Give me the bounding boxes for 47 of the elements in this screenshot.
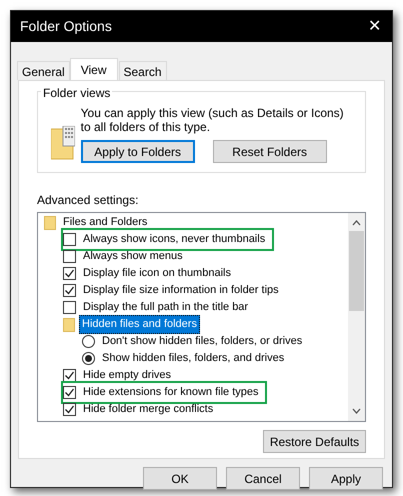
option-label[interactable]: Display the full path in the title bar: [80, 298, 252, 317]
folder-icon: [44, 216, 56, 230]
option-label[interactable]: Always show menus: [80, 247, 186, 266]
checkbox[interactable]: [63, 403, 76, 416]
check-icon: [64, 387, 75, 398]
folder-icon: [63, 318, 75, 332]
reset-folders-button[interactable]: Reset Folders: [212, 140, 327, 163]
restore-defaults-button[interactable]: Restore Defaults: [263, 430, 366, 453]
tree-group-item[interactable]: Hidden files and folders: [79, 315, 200, 334]
cancel-button[interactable]: Cancel: [226, 467, 300, 490]
scroll-up-icon[interactable]: [352, 220, 361, 226]
checkbox[interactable]: [63, 369, 76, 382]
check-icon: [64, 268, 75, 279]
checkbox[interactable]: [63, 301, 76, 314]
checkbox[interactable]: [63, 386, 76, 399]
checkbox[interactable]: [63, 233, 76, 246]
tab[interactable]: General: [17, 61, 70, 80]
ok-button[interactable]: OK: [143, 467, 217, 490]
radio-button[interactable]: [82, 335, 95, 348]
tree-group-item[interactable]: Files and Folders: [60, 213, 150, 232]
scroll-down-icon[interactable]: [352, 408, 361, 414]
option-label[interactable]: Show hidden files, folders, and drives: [99, 349, 288, 368]
check-icon: [64, 370, 75, 381]
description-text: You can apply this view (such as Details or Icons) to all folders of this type.: [80, 106, 345, 134]
window-title: Folder Options: [20, 17, 112, 36]
checkbox[interactable]: [63, 250, 76, 263]
tab[interactable]: Search: [118, 61, 167, 80]
option-label[interactable]: Display file icon on thumbnails: [80, 264, 234, 283]
radio-button[interactable]: [82, 352, 95, 365]
tab[interactable]: View: [70, 58, 118, 80]
option-label[interactable]: Don't show hidden files, folders, or drives: [99, 332, 306, 351]
option-label[interactable]: Hide empty drives: [80, 366, 174, 385]
check-icon: [64, 404, 75, 415]
option-label[interactable]: Hide folder merge conflicts: [80, 400, 216, 419]
section-label: Advanced settings:: [37, 192, 140, 209]
check-icon: [64, 285, 75, 296]
option-label[interactable]: Display file size information in folder tips: [80, 281, 282, 300]
apply-to-folders-button[interactable]: Apply to Folders: [80, 140, 195, 163]
scroll-thumb[interactable]: [349, 231, 364, 311]
close-button[interactable]: ✕: [366, 18, 383, 34]
scroll-bar[interactable]: [348, 213, 365, 421]
option-label[interactable]: Always show icons, never thumbnails: [80, 230, 268, 249]
folder-icon: [51, 126, 76, 160]
checkbox[interactable]: [63, 267, 76, 280]
checkbox[interactable]: [63, 284, 76, 297]
apply-button[interactable]: Apply: [309, 467, 383, 490]
option-label[interactable]: Hide extensions for known file types: [80, 383, 262, 402]
